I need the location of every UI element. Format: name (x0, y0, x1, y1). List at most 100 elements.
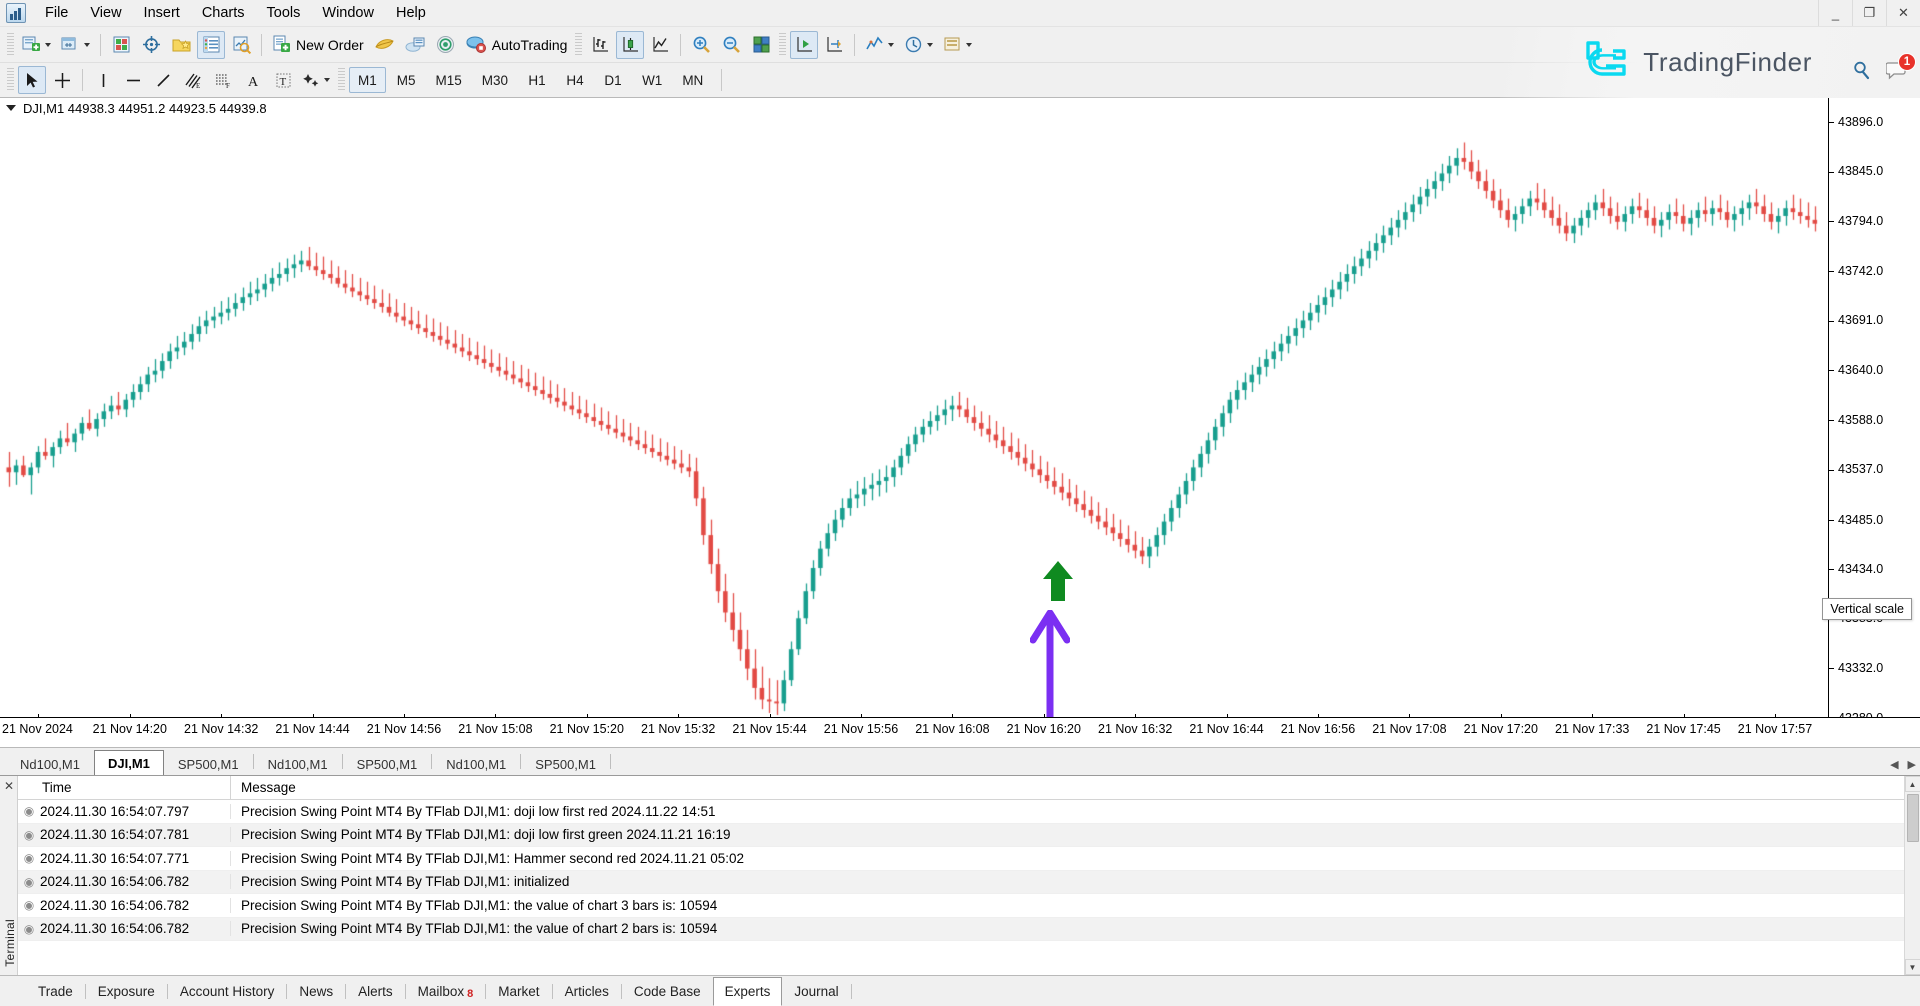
table-row[interactable]: ◉ 2024.11.30 16:54:07.771 Precision Swin… (18, 847, 1904, 871)
tab-trade[interactable]: Trade (26, 978, 85, 1004)
tab-account-history[interactable]: Account History (168, 978, 287, 1004)
trendline-icon[interactable] (149, 66, 177, 94)
scroll-down-icon[interactable]: ▼ (1904, 959, 1920, 975)
mql-community-icon[interactable] (401, 31, 430, 59)
crosshair-icon[interactable] (48, 66, 76, 94)
market-watch-icon[interactable] (107, 31, 135, 59)
candlestick-canvas[interactable] (0, 98, 1828, 717)
timeframe-w1[interactable]: W1 (633, 67, 671, 93)
table-row[interactable]: ◉ 2024.11.30 16:54:06.782 Precision Swin… (18, 894, 1904, 918)
new-chart-icon[interactable] (18, 31, 55, 59)
drawtoolbar-grip[interactable] (7, 68, 14, 92)
tab-articles[interactable]: Articles (553, 978, 621, 1004)
tab-experts[interactable]: Experts (712, 976, 783, 1006)
chart-collapse-icon[interactable] (6, 105, 16, 111)
chart-tab-1[interactable]: DJI,M1 (93, 750, 164, 775)
shapes-icon[interactable] (299, 66, 334, 94)
text-label-icon[interactable]: T (269, 66, 297, 94)
templates-icon[interactable] (939, 31, 976, 59)
zoom-out-icon[interactable] (717, 31, 745, 59)
timeframe-m5[interactable]: M5 (388, 67, 425, 93)
text-icon[interactable]: A (239, 66, 267, 94)
autotrading-button[interactable]: AutoTrading (462, 31, 572, 59)
column-header-time[interactable]: Time (18, 780, 230, 795)
price-scale[interactable]: 43896.0 43845.0 43794.0 43742.0 43691.0 43640… (1828, 98, 1920, 725)
close-button[interactable]: ✕ (1886, 0, 1920, 26)
menu-item-charts[interactable]: Charts (191, 1, 256, 25)
chart-tab-4[interactable]: SP500,M1 (343, 752, 432, 775)
vertical-line-icon[interactable] (89, 66, 117, 94)
table-row[interactable]: ◉ 2024.11.30 16:54:07.781 Precision Swin… (18, 823, 1904, 847)
terminal-rows[interactable]: ◉ 2024.11.30 16:54:07.797 Precision Swin… (18, 800, 1904, 975)
chart-plot[interactable]: Satış baskısını azaltmak satın alma gücü… (0, 98, 1828, 717)
zoom-in-icon[interactable] (687, 31, 715, 59)
fibonacci-retracement-icon[interactable]: F (209, 66, 237, 94)
scroll-up-icon[interactable]: ▲ (1904, 776, 1920, 792)
tabs-scroll-right-icon[interactable]: ▶ (1908, 758, 1916, 771)
menu-item-insert[interactable]: Insert (133, 1, 191, 25)
tab-exposure[interactable]: Exposure (86, 978, 167, 1004)
metaeditor-icon[interactable] (370, 31, 399, 59)
timeframe-m1[interactable]: M1 (349, 67, 386, 93)
toolbar-grip-2[interactable] (575, 32, 583, 57)
maximize-button[interactable]: ❐ (1852, 0, 1886, 26)
chart-tab-5[interactable]: Nd100,M1 (432, 752, 520, 775)
tab-news[interactable]: News (287, 978, 345, 1004)
new-order-button[interactable]: New Order (268, 31, 368, 59)
timeframe-h4[interactable]: H4 (557, 67, 593, 93)
timeframe-d1[interactable]: D1 (595, 67, 631, 93)
tabs-scroll-left-icon[interactable]: ◀ (1890, 758, 1898, 771)
timeframe-m15[interactable]: M15 (427, 67, 471, 93)
minimize-button[interactable]: _ (1818, 0, 1852, 26)
chevron-down-icon[interactable] (888, 42, 895, 47)
bar-chart-icon[interactable] (586, 31, 614, 59)
search-icon[interactable] (1852, 60, 1872, 83)
toolbar-grip[interactable] (7, 32, 14, 57)
tab-code-base[interactable]: Code Base (622, 978, 713, 1004)
chart-tab-6[interactable]: SP500,M1 (521, 752, 610, 775)
menu-item-view[interactable]: View (79, 1, 132, 25)
table-row[interactable]: ◉ 2024.11.30 16:54:06.782 Precision Swin… (18, 917, 1904, 941)
chevron-down-icon[interactable] (84, 42, 90, 47)
crosshair-nav-icon[interactable] (137, 31, 165, 59)
chevron-down-icon[interactable] (927, 42, 934, 47)
cursor-icon[interactable] (18, 66, 46, 94)
timeframe-h1[interactable]: H1 (519, 67, 555, 93)
table-row[interactable]: ◉ 2024.11.30 16:54:07.797 Precision Swin… (18, 800, 1904, 824)
toolbar-grip-3[interactable] (779, 32, 787, 57)
timeframe-grip[interactable] (338, 68, 345, 92)
tab-market[interactable]: Market (486, 978, 551, 1004)
timeframe-mn[interactable]: MN (673, 67, 712, 93)
tile-windows-icon[interactable] (747, 31, 775, 59)
data-window-icon[interactable] (197, 30, 225, 59)
signals-icon[interactable] (432, 31, 460, 59)
tab-alerts[interactable]: Alerts (346, 978, 405, 1004)
table-row[interactable]: ◉ 2024.11.30 16:54:06.782 Precision Swin… (18, 870, 1904, 894)
periods-icon[interactable] (900, 31, 937, 59)
menu-item-help[interactable]: Help (385, 1, 437, 25)
tab-mailbox[interactable]: Mailbox 8 (406, 978, 486, 1004)
chart-tab-0[interactable]: Nd100,M1 (6, 752, 94, 775)
chevron-down-icon[interactable] (966, 42, 973, 47)
navigator-icon[interactable] (227, 31, 255, 59)
chart-window-icon[interactable] (57, 31, 94, 59)
chevron-down-icon[interactable] (324, 78, 330, 82)
timeframe-m30[interactable]: M30 (473, 67, 517, 93)
horizontal-line-icon[interactable] (119, 66, 147, 94)
chart-tab-2[interactable]: SP500,M1 (164, 752, 253, 775)
time-scale[interactable]: 21 Nov 2024 21 Nov 14:20 21 Nov 14:32 21 No… (0, 714, 1920, 747)
line-chart-icon[interactable] (646, 31, 674, 59)
terminal-close-icon[interactable]: ✕ (4, 779, 14, 793)
equidistant-channel-icon[interactable]: E (179, 66, 207, 94)
column-header-message[interactable]: Message (231, 780, 1904, 795)
tab-journal[interactable]: Journal (782, 978, 850, 1004)
chevron-down-icon[interactable] (45, 42, 51, 47)
terminal-scrollbar[interactable]: ▲ ▼ (1904, 776, 1920, 975)
chart-shift-icon[interactable] (820, 31, 848, 59)
menu-item-file[interactable]: File (34, 1, 79, 25)
menu-item-window[interactable]: Window (311, 1, 385, 25)
chart-area[interactable]: DJI,M1 44938.3 44951.2 44923.5 44939.8 S… (0, 98, 1920, 747)
candle-chart-icon[interactable] (616, 30, 645, 59)
notifications-icon[interactable]: 1 (1885, 53, 1916, 83)
chart-tab-3[interactable]: Nd100,M1 (254, 752, 342, 775)
